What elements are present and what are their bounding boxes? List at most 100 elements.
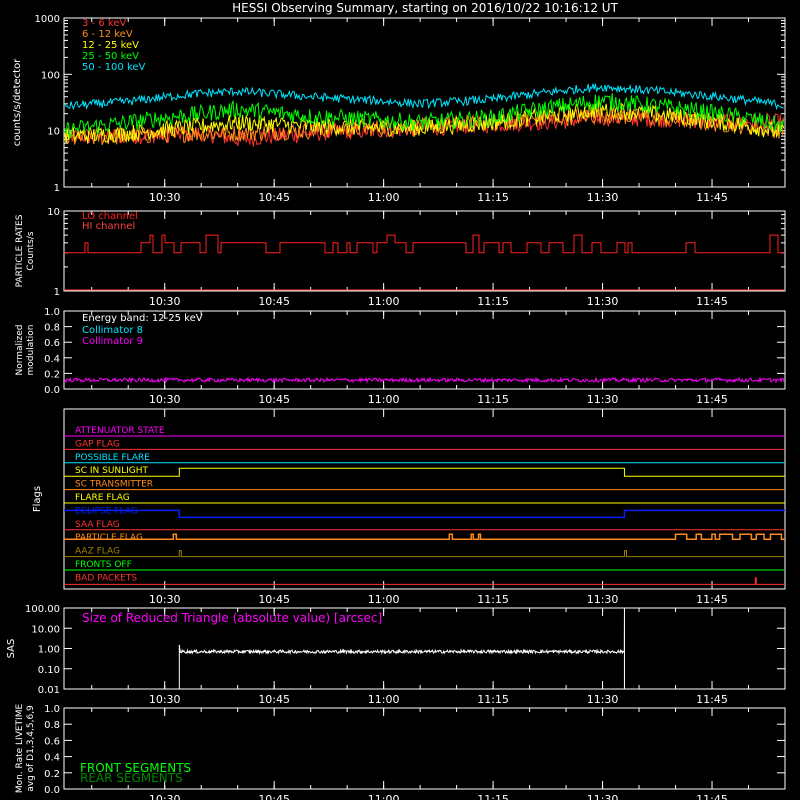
livetime-y-tick-label: 1.0 — [44, 704, 60, 715]
modulation-annotation: Energy band: 12-25 keV — [82, 313, 203, 324]
time-tick-label: 11:45 — [696, 593, 728, 606]
flag-label: FRONTS OFF — [75, 560, 132, 570]
time-tick-label: 11:45 — [696, 191, 728, 204]
sas-y-tick-label: 1.00 — [38, 645, 60, 656]
legend-entry: Collimator 8 — [82, 325, 143, 336]
flag-line — [64, 533, 785, 540]
time-tick-label: 11:30 — [587, 295, 619, 308]
legend-entry: REAR SEGMENTS — [80, 771, 183, 785]
sas-ylabel: SAS — [6, 639, 17, 659]
flag-label: AAZ FLAG — [75, 547, 120, 557]
modulation-y-tick-label: 0.8 — [44, 323, 60, 334]
time-tick-label: 11:15 — [477, 393, 509, 406]
particle-series-0 — [63, 234, 786, 254]
legend-entry: 25 - 50 keV — [82, 51, 139, 62]
time-tick-label: 11:45 — [696, 295, 728, 308]
legend-entry: 6 - 12 keV — [82, 29, 133, 40]
lightcurve-y-tick-label: 1000 — [35, 14, 60, 25]
time-tick-label: 11:45 — [696, 693, 728, 706]
livetime-ylabel-2: avg of D1,3,4,5,6,9 — [26, 705, 36, 792]
flag-label: ECLIPSE FLAG — [75, 506, 138, 516]
particle-y-tick-label: 10 — [47, 207, 60, 218]
livetime-y-tick-label: 0.2 — [44, 769, 60, 780]
sas-annotation: Size of Reduced Triangle (absolute value… — [82, 611, 382, 625]
time-tick-label: 11:30 — [587, 393, 619, 406]
particle-y-tick-label: 1 — [54, 287, 60, 298]
sas-y-tick-label: 100.00 — [25, 604, 60, 615]
time-tick-label: 10:45 — [258, 793, 290, 800]
time-tick-label: 10:45 — [258, 191, 290, 204]
sas-y-tick-label: 0.01 — [38, 685, 60, 696]
flags-ylabel: Flags — [32, 486, 43, 512]
lightcurve-y-tick-label: 100 — [41, 70, 60, 81]
livetime-ylabel: Mon. Rate LIVETIME — [15, 704, 25, 794]
flag-line — [64, 467, 785, 477]
legend-entry: 12 - 25 keV — [82, 40, 139, 51]
legend-entry: Collimator 9 — [82, 336, 143, 347]
sas-y-tick-label: 10.00 — [31, 624, 60, 635]
flag-label: SAA FLAG — [75, 520, 120, 530]
time-tick-label: 10:30 — [149, 393, 181, 406]
flag-label: FLARE FLAG — [75, 493, 130, 503]
modulation-y-tick-label: 0.4 — [44, 354, 60, 365]
time-tick-label: 11:00 — [368, 593, 400, 606]
flag-label: ATTENUATOR STATE — [75, 426, 165, 436]
modulation-y-tick-label: 1.0 — [44, 307, 60, 318]
lightcurve-series-4 — [64, 83, 784, 111]
time-tick-label: 10:45 — [258, 693, 290, 706]
flag-line — [64, 550, 785, 558]
time-tick-label: 10:30 — [149, 295, 181, 308]
modulation-y-tick-label: 0.2 — [44, 369, 60, 380]
flag-label: GAP FLAG — [75, 439, 120, 449]
particle-ylabel-unit: Counts/s — [26, 231, 36, 270]
time-tick-label: 11:15 — [477, 191, 509, 204]
legend-entry: HI channel — [82, 221, 135, 232]
time-tick-label: 11:45 — [696, 793, 728, 800]
flag-label: SC IN SUNLIGHT — [75, 466, 149, 476]
time-tick-label: 11:15 — [477, 793, 509, 800]
time-tick-label: 10:45 — [258, 593, 290, 606]
modulation-ylabel-2: modulation — [26, 325, 36, 376]
time-tick-label: 10:45 — [258, 295, 290, 308]
legend-entry: 50 - 100 keV — [82, 62, 146, 73]
legend-entry: 3 - 6 keV — [82, 18, 126, 29]
time-tick-label: 11:00 — [368, 191, 400, 204]
time-tick-label: 10:30 — [149, 693, 181, 706]
time-tick-label: 11:00 — [368, 693, 400, 706]
flag-label: BAD PACKETS — [75, 573, 137, 583]
time-tick-label: 11:30 — [587, 793, 619, 800]
time-tick-label: 11:15 — [477, 593, 509, 606]
time-tick-label: 11:30 — [587, 693, 619, 706]
time-tick-label: 10:30 — [149, 593, 181, 606]
time-tick-label: 10:30 — [149, 191, 181, 204]
livetime-y-tick-label: 0.4 — [44, 753, 60, 764]
hessi-summary-plot: HESSI Observing Summary, starting on 201… — [6, 1, 786, 800]
time-tick-label: 11:45 — [696, 393, 728, 406]
flag-label: PARTICLE FLAG — [75, 533, 143, 543]
modulation-y-tick-label: 0.0 — [44, 385, 60, 396]
time-tick-label: 10:45 — [258, 393, 290, 406]
livetime-y-tick-label: 0.0 — [44, 785, 60, 796]
modulation-y-tick-label: 0.6 — [44, 338, 60, 349]
time-tick-label: 10:30 — [149, 793, 181, 800]
time-tick-label: 11:00 — [368, 393, 400, 406]
lightcurve-y-tick-label: 1 — [54, 183, 60, 194]
sas-y-tick-label: 0.10 — [38, 665, 60, 676]
panel-frame-1 — [63, 17, 786, 188]
flag-label: SC TRANSMITTER — [75, 480, 153, 490]
particle-ylabel: PARTICLE RATES — [15, 214, 25, 287]
time-tick-label: 11:00 — [368, 295, 400, 308]
modulation-series-1 — [64, 376, 785, 384]
panel-frame-2 — [63, 210, 786, 292]
lightcurve-ylabel: counts/s/detector — [12, 58, 23, 146]
time-tick-label: 11:00 — [368, 793, 400, 800]
livetime-y-tick-label: 0.8 — [44, 720, 60, 731]
lightcurve-y-tick-label: 10 — [47, 127, 60, 138]
livetime-y-tick-label: 0.6 — [44, 736, 60, 747]
time-tick-label: 11:30 — [587, 593, 619, 606]
time-tick-label: 11:30 — [587, 191, 619, 204]
flag-line — [64, 509, 785, 519]
plot-title: HESSI Observing Summary, starting on 201… — [232, 1, 618, 15]
modulation-ylabel: Normalized — [15, 324, 25, 375]
time-tick-label: 11:15 — [477, 295, 509, 308]
